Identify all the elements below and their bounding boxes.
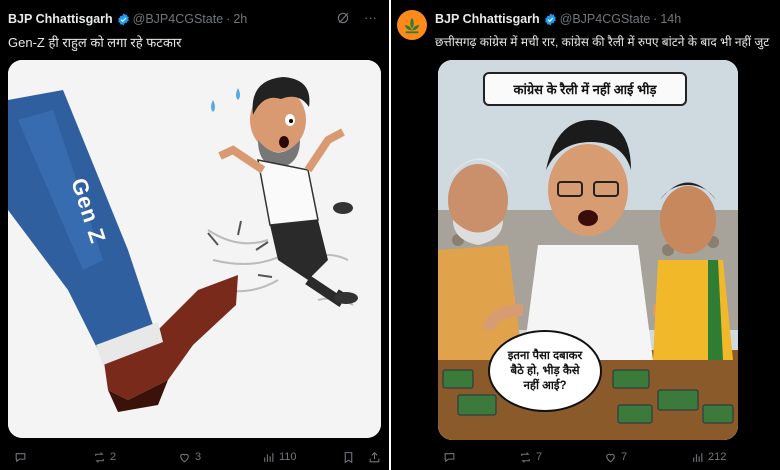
post-image-cartoon[interactable]: कांग्रेस के रैली में नहीं आई भीड़ इतना प… bbox=[438, 60, 738, 440]
post-header: BJP Chhattisgarh @BJP4CGState · 2h ··· bbox=[8, 10, 381, 28]
post-caption: छत्तीसगढ़ कांग्रेस में मची रार, कांग्रेस… bbox=[435, 35, 772, 49]
action-bar: 7 7 212 bbox=[391, 448, 780, 466]
repost-count: 7 bbox=[536, 451, 543, 463]
reply-button[interactable] bbox=[443, 451, 460, 464]
author-avatar[interactable] bbox=[397, 10, 427, 40]
speech-line-2: बैठे हो, भीड़ कैसे bbox=[510, 364, 580, 377]
reply-button[interactable] bbox=[14, 451, 31, 464]
reply-icon bbox=[444, 452, 455, 462]
bookmark-button[interactable] bbox=[342, 451, 355, 464]
author-handle[interactable]: @BJP4CGState bbox=[133, 12, 224, 26]
author-name[interactable]: BJP Chhattisgarh bbox=[8, 12, 113, 26]
post-time[interactable]: 14h bbox=[660, 12, 681, 26]
verified-badge-icon bbox=[544, 13, 556, 25]
repost-button[interactable]: 7 bbox=[519, 451, 542, 464]
author-name[interactable]: BJP Chhattisgarh bbox=[435, 12, 540, 26]
author-handle[interactable]: @BJP4CGState bbox=[560, 12, 651, 26]
share-button[interactable] bbox=[368, 451, 381, 464]
post-header: BJP Chhattisgarh @BJP4CGState · 14h bbox=[435, 10, 772, 28]
speech-line-3: नहीं आई? bbox=[523, 379, 567, 392]
like-icon bbox=[180, 453, 189, 462]
like-count: 3 bbox=[195, 451, 202, 463]
like-button[interactable]: 3 bbox=[178, 451, 201, 464]
like-button[interactable]: 7 bbox=[604, 451, 627, 464]
grok-icon[interactable] bbox=[336, 11, 350, 25]
like-icon bbox=[606, 453, 615, 462]
post-time[interactable]: 2h bbox=[233, 12, 247, 26]
views-icon bbox=[693, 452, 703, 462]
views-button[interactable]: 110 bbox=[262, 451, 297, 464]
cartoon-illustration bbox=[8, 60, 381, 438]
separator: · bbox=[653, 12, 658, 26]
views-button[interactable]: 212 bbox=[691, 451, 726, 464]
views-count: 212 bbox=[708, 451, 727, 463]
separator: · bbox=[226, 12, 231, 26]
repost-button[interactable]: 2 bbox=[93, 451, 116, 464]
repost-icon bbox=[95, 451, 104, 463]
right-post[interactable]: BJP Chhattisgarh @BJP4CGState · 14h छत्त… bbox=[391, 0, 780, 470]
verified-badge-icon bbox=[117, 13, 129, 25]
like-count: 7 bbox=[621, 451, 628, 463]
views-icon bbox=[264, 452, 274, 462]
more-icon[interactable]: ··· bbox=[364, 10, 377, 25]
repost-icon bbox=[521, 451, 530, 463]
repost-count: 2 bbox=[110, 451, 117, 463]
speech-line-1: इतना पैसा दबाकर bbox=[507, 349, 583, 362]
post-image-cartoon[interactable]: Gen Z bbox=[8, 60, 381, 438]
action-bar: 2 3 110 bbox=[0, 448, 389, 466]
rally-banner: कांग्रेस के रैली में नहीं आई भीड़ bbox=[483, 72, 687, 106]
views-count: 110 bbox=[279, 451, 297, 463]
header-icons: ··· bbox=[336, 10, 377, 25]
post-caption: Gen-Z ही राहुल को लगा रहे फटकार bbox=[8, 35, 182, 50]
left-post[interactable]: BJP Chhattisgarh @BJP4CGState · 2h ··· G… bbox=[0, 0, 389, 470]
speech-bubble: इतना पैसा दबाकर बैठे हो, भीड़ कैसे नहीं … bbox=[488, 330, 602, 412]
bjp-lotus-icon bbox=[404, 17, 420, 34]
bookmark-icon bbox=[344, 451, 353, 463]
share-icon bbox=[369, 451, 380, 462]
reply-icon bbox=[15, 452, 26, 462]
